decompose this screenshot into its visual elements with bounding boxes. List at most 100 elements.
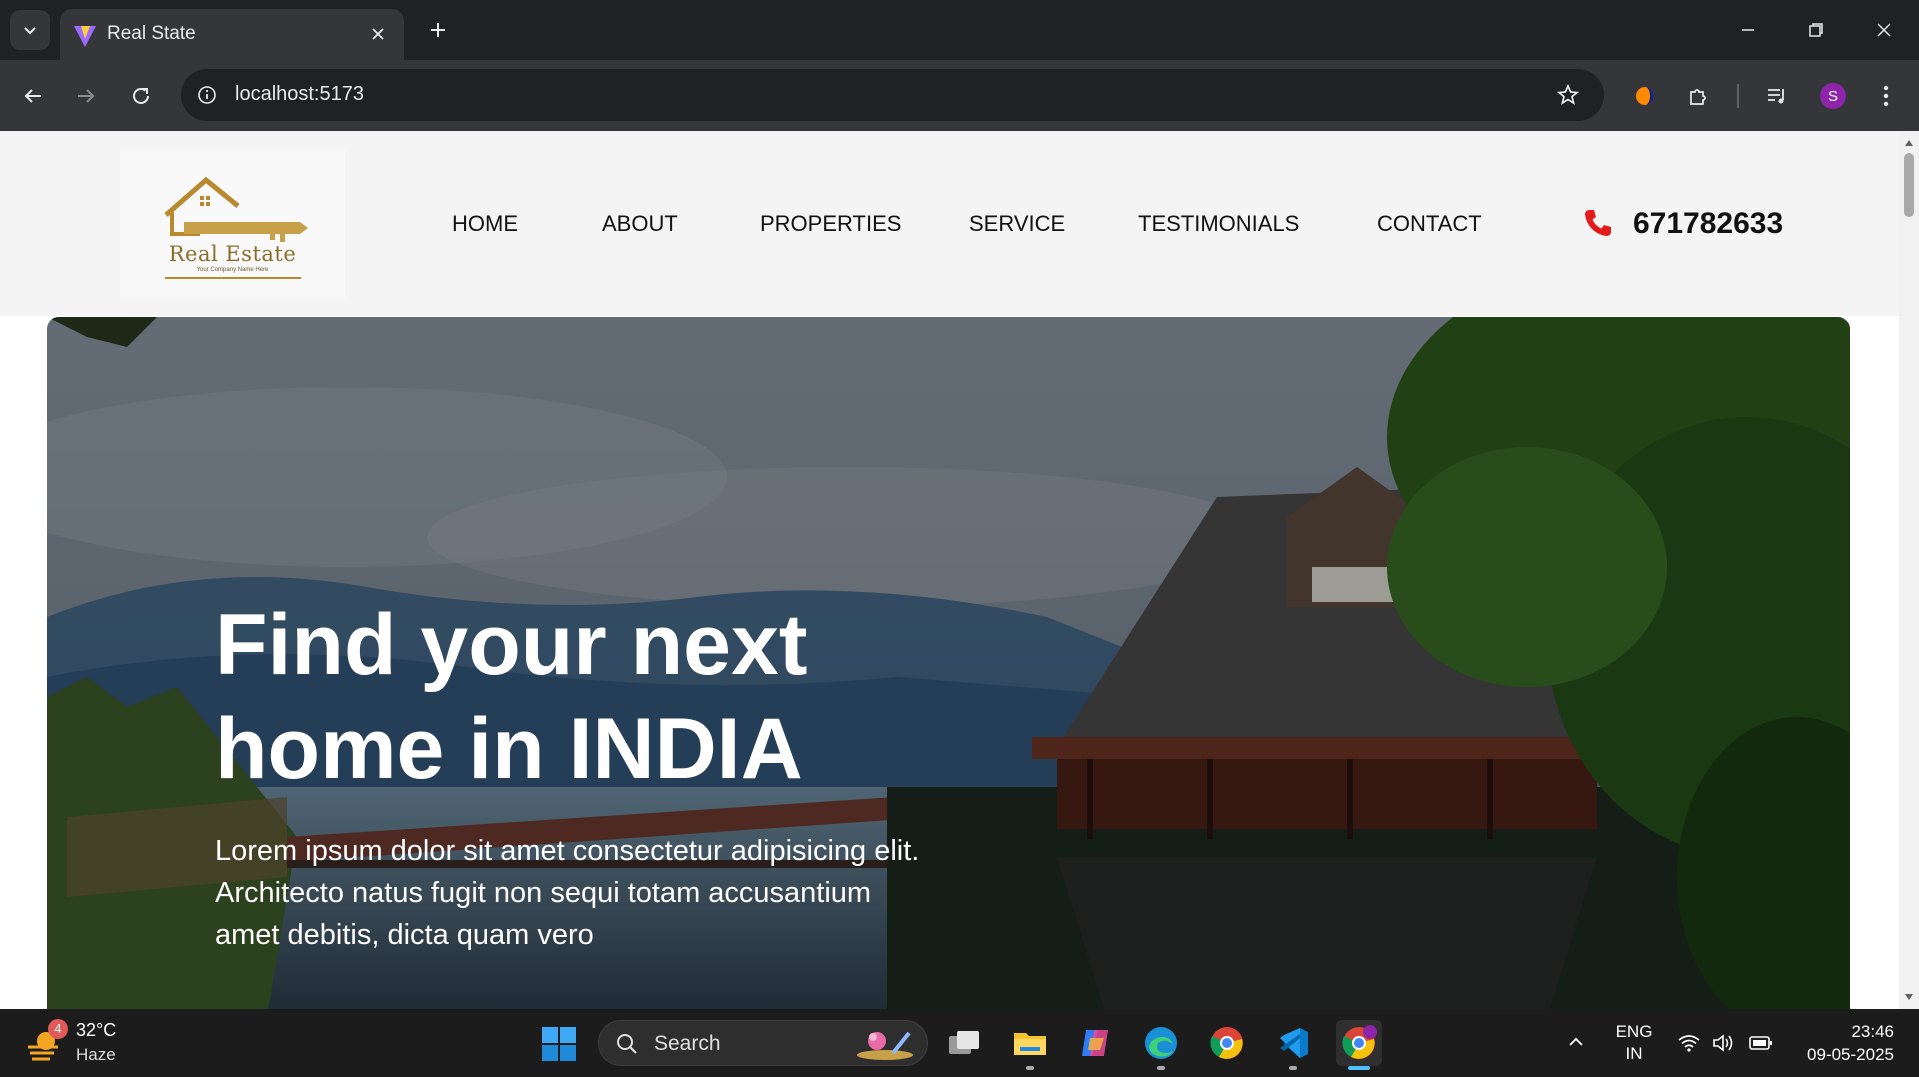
nav-link-contact[interactable]: CONTACT: [1377, 211, 1482, 237]
browser-toolbar: localhost:5173 S: [0, 60, 1919, 131]
tab-close-button[interactable]: [366, 22, 390, 46]
file-explorer-icon: [1014, 1033, 1046, 1055]
phone-icon: [1585, 210, 1611, 236]
taskbar-chrome-profile[interactable]: [1336, 1020, 1382, 1070]
running-indicator: [1289, 1066, 1297, 1070]
taskbar-search-label: Search: [654, 1032, 721, 1055]
weather-temperature: 32°C: [76, 1020, 117, 1040]
nav-link-properties[interactable]: PROPERTIES: [760, 211, 901, 237]
task-view-icon: [949, 1031, 979, 1054]
nav-link-service[interactable]: SERVICE: [969, 211, 1065, 237]
close-icon: [1877, 23, 1891, 37]
site-header: Real Estate Your Company Name Here HOME …: [0, 131, 1899, 316]
address-bar[interactable]: localhost:5173: [181, 69, 1604, 121]
close-icon: [372, 28, 384, 40]
bookmark-button[interactable]: [1554, 81, 1582, 109]
input-language-button[interactable]: ENG IN: [1612, 1021, 1656, 1065]
arrow-right-icon: [78, 89, 95, 103]
search-icon: [617, 1034, 637, 1054]
logo-text: Real Estate: [168, 242, 297, 266]
nav-link-about[interactable]: ABOUT: [602, 211, 678, 237]
wifi-button[interactable]: [1676, 1031, 1702, 1055]
clock-time: 23:46: [1851, 1022, 1894, 1041]
taskbar-vscode[interactable]: [1270, 1020, 1316, 1070]
battery-icon: [1749, 1036, 1772, 1050]
extensions-menu-button[interactable]: [1681, 78, 1717, 114]
taskbar-edge[interactable]: [1138, 1020, 1184, 1070]
page-viewport: Real Estate Your Company Name Here HOME …: [0, 131, 1899, 1009]
scrollbar-thumb[interactable]: [1904, 153, 1914, 217]
edge-icon: [1145, 1027, 1177, 1059]
show-hidden-icons-button[interactable]: [1563, 1029, 1589, 1055]
restore-icon: [1809, 23, 1823, 37]
hero-title: Find your next home in INDIA: [215, 597, 808, 797]
nav-link-home[interactable]: HOME: [452, 211, 518, 237]
arrow-left-icon: [24, 89, 41, 103]
region-code: IN: [1625, 1044, 1643, 1063]
tab-search-button[interactable]: [10, 10, 50, 50]
browser-tab-strip: Real State: [0, 0, 1919, 60]
browser-menu-button[interactable]: [1868, 78, 1904, 114]
language-code: ENG: [1615, 1022, 1653, 1041]
phone-number[interactable]: 671782633: [1633, 207, 1783, 241]
chevron-up-icon: [1569, 1037, 1583, 1046]
close-window-button[interactable]: [1864, 10, 1904, 50]
copilot-icon: [1082, 1030, 1108, 1056]
logo-subtext: Your Company Name Here: [196, 267, 269, 273]
house-key-logo-icon: [164, 176, 308, 279]
taskbar-copilot[interactable]: [1072, 1020, 1118, 1066]
browser-tab[interactable]: Real State: [60, 9, 404, 60]
windows-taskbar: 4 32°C Haze Search ENG IN 23:46 09-05-20…: [0, 1009, 1919, 1077]
triangle-down-icon: [1905, 994, 1913, 1000]
vscode-icon: [1280, 1028, 1308, 1058]
page-scrollbar[interactable]: [1899, 131, 1919, 1009]
windows-logo-icon: [542, 1027, 576, 1061]
notification-badge: 4: [48, 1019, 68, 1039]
speaker-icon: [1713, 1034, 1733, 1052]
avatar: S: [1820, 83, 1846, 109]
scroll-down-button[interactable]: [1903, 991, 1915, 1003]
extension-colorful-icon: [1636, 87, 1654, 105]
queue-music-icon: [1768, 89, 1784, 104]
minimize-icon: [1742, 29, 1754, 31]
search-highlight-icon: [857, 1031, 913, 1060]
vite-favicon-icon: [74, 26, 96, 47]
back-button[interactable]: [15, 78, 51, 114]
restore-button[interactable]: [1796, 10, 1836, 50]
forward-button[interactable]: [68, 78, 104, 114]
tab-title: Real State: [107, 23, 196, 44]
start-button[interactable]: [540, 1025, 578, 1063]
triangle-up-icon: [1905, 140, 1913, 146]
taskbar-chrome[interactable]: [1204, 1020, 1250, 1066]
site-info-button[interactable]: [191, 79, 223, 111]
extension-button[interactable]: [1627, 78, 1663, 114]
running-indicator: [1026, 1066, 1034, 1070]
taskbar-file-explorer[interactable]: [1007, 1020, 1053, 1070]
minimize-button[interactable]: [1728, 10, 1768, 50]
taskbar-task-view[interactable]: [941, 1020, 987, 1066]
scroll-up-button[interactable]: [1903, 137, 1915, 149]
new-tab-button[interactable]: [422, 14, 454, 46]
toolbar-separator: [1737, 84, 1739, 108]
taskbar-search-box[interactable]: Search: [598, 1020, 928, 1066]
chrome-icon: [1210, 1027, 1243, 1059]
url-text: localhost:5173: [235, 83, 364, 105]
reload-button[interactable]: [123, 78, 159, 114]
media-control-button[interactable]: [1759, 78, 1795, 114]
volume-button[interactable]: [1711, 1031, 1737, 1055]
profile-button[interactable]: S: [1815, 78, 1851, 114]
nav-link-testimonials[interactable]: TESTIMONIALS: [1138, 211, 1299, 237]
wifi-icon: [1678, 1035, 1700, 1052]
active-indicator: [1348, 1066, 1370, 1070]
battery-button[interactable]: [1748, 1031, 1774, 1055]
reload-icon: [133, 87, 149, 104]
chevron-down-icon: [24, 27, 36, 35]
puzzle-icon: [1690, 89, 1706, 105]
running-indicator: [1157, 1066, 1165, 1070]
site-logo[interactable]: Real Estate Your Company Name Here: [120, 150, 345, 298]
clock[interactable]: 23:46 09-05-2025: [1790, 1020, 1894, 1066]
info-icon: [198, 86, 216, 104]
star-icon: [1556, 83, 1580, 105]
more-vertical-icon: [1883, 85, 1889, 107]
weather-description: Haze: [76, 1045, 116, 1064]
